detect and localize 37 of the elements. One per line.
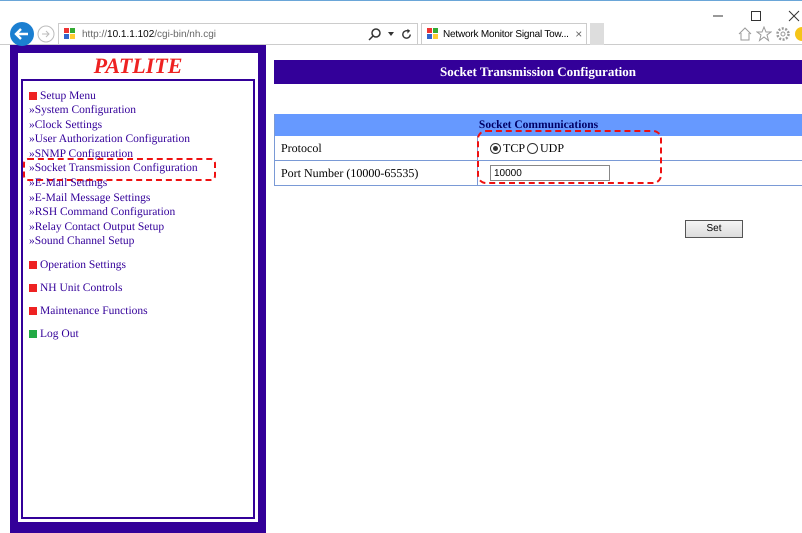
table-cell: Port Number (10000-65535) <box>275 161 478 185</box>
radio-label: UDP <box>540 140 564 156</box>
browser-tab[interactable]: Network Monitor Signal Tow... × <box>421 23 587 45</box>
menu-link[interactable]: »SNMP Configuration <box>29 148 134 160</box>
tab-title: Network Monitor Signal Tow... <box>443 28 570 40</box>
menu-section-link[interactable]: NH Unit Controls <box>40 280 122 295</box>
table-heading: Socket Communications <box>275 114 802 136</box>
dropdown-icon[interactable] <box>387 30 395 38</box>
maximize-icon[interactable] <box>750 10 762 22</box>
menu-link[interactable]: »Relay Contact Output Setup <box>29 220 164 233</box>
menu-link[interactable]: »E-Mail Message Settings <box>29 192 150 204</box>
page-title: Socket Transmission Configuration <box>274 60 802 84</box>
menu-link[interactable]: »User Authorization Configuration <box>29 133 190 146</box>
close-icon[interactable] <box>788 10 800 22</box>
menu-link[interactable]: »Socket Transmission Configuration <box>29 162 198 174</box>
refresh-icon[interactable] <box>400 28 413 40</box>
address-bar[interactable]: http://10.1.1.102/cgi-bin/nh.cgi <box>58 23 418 45</box>
menu-section-link[interactable]: Maintenance Functions <box>40 304 148 318</box>
menu-link[interactable]: »E-Mail Settings <box>29 176 108 189</box>
tab-close-button[interactable]: × <box>575 27 582 41</box>
menu-section-link[interactable]: Setup Menu <box>40 89 96 103</box>
menu-section-link[interactable]: Log Out <box>40 326 79 341</box>
radio-label: TCP <box>503 140 526 156</box>
url-text: http://10.1.1.102/cgi-bin/nh.cgi <box>82 28 217 40</box>
set-button[interactable]: Set <box>685 220 743 238</box>
radio-button[interactable] <box>527 142 538 154</box>
back-icon[interactable] <box>10 22 34 46</box>
menu-section-link[interactable]: Operation Settings <box>40 258 126 272</box>
menu-link[interactable]: »RSH Command Configuration <box>29 206 176 218</box>
input-field[interactable]: 10000 <box>490 165 610 181</box>
menu-link[interactable]: »System Configuration <box>29 104 136 116</box>
table-cell: Protocol <box>275 136 478 160</box>
menu-link[interactable]: »Clock Settings <box>29 118 102 131</box>
search-icon[interactable] <box>368 27 382 41</box>
star-icon[interactable] <box>756 26 772 42</box>
menu-link[interactable]: »Sound Channel Setup <box>29 235 134 248</box>
radio-button[interactable] <box>490 142 501 154</box>
